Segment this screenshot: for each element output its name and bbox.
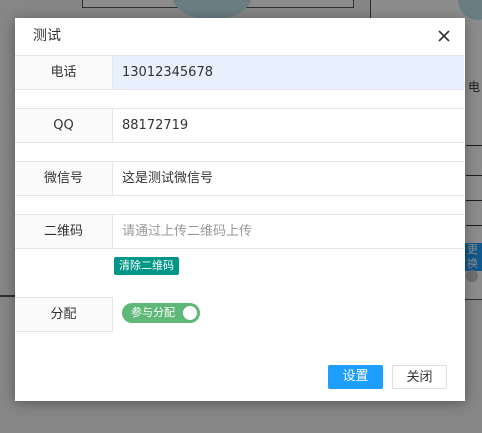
- dialog-title-text: 测试: [33, 28, 61, 44]
- qrcode-row: 二维码: [15, 214, 464, 249]
- qq-row: QQ: [15, 108, 464, 143]
- toggle-knob: [183, 306, 197, 320]
- phone-input[interactable]: [113, 56, 464, 89]
- wechat-row: 微信号: [15, 161, 464, 196]
- wechat-label: 微信号: [15, 162, 113, 195]
- settings-dialog: 测试 电话 QQ 微信号 二维码 清除二维码 分配 参与分配 设置 关闭: [15, 18, 465, 401]
- assign-label: 分配: [15, 297, 113, 332]
- qq-label: QQ: [15, 109, 113, 142]
- phone-label: 电话: [15, 56, 113, 89]
- close-icon[interactable]: [437, 29, 451, 43]
- wechat-input[interactable]: [113, 162, 464, 195]
- qq-input[interactable]: [113, 109, 464, 142]
- qrcode-input[interactable]: [113, 215, 464, 248]
- confirm-button[interactable]: 设置: [328, 365, 383, 389]
- assign-toggle[interactable]: 参与分配: [122, 303, 200, 323]
- dialog-title: 测试: [15, 18, 465, 54]
- phone-row: 电话: [15, 55, 464, 90]
- close-button[interactable]: 关闭: [392, 365, 447, 389]
- qrcode-label: 二维码: [15, 215, 113, 248]
- assign-row: 分配: [15, 297, 113, 332]
- clear-qrcode-button[interactable]: 清除二维码: [114, 257, 179, 275]
- assign-toggle-text: 参与分配: [131, 306, 175, 319]
